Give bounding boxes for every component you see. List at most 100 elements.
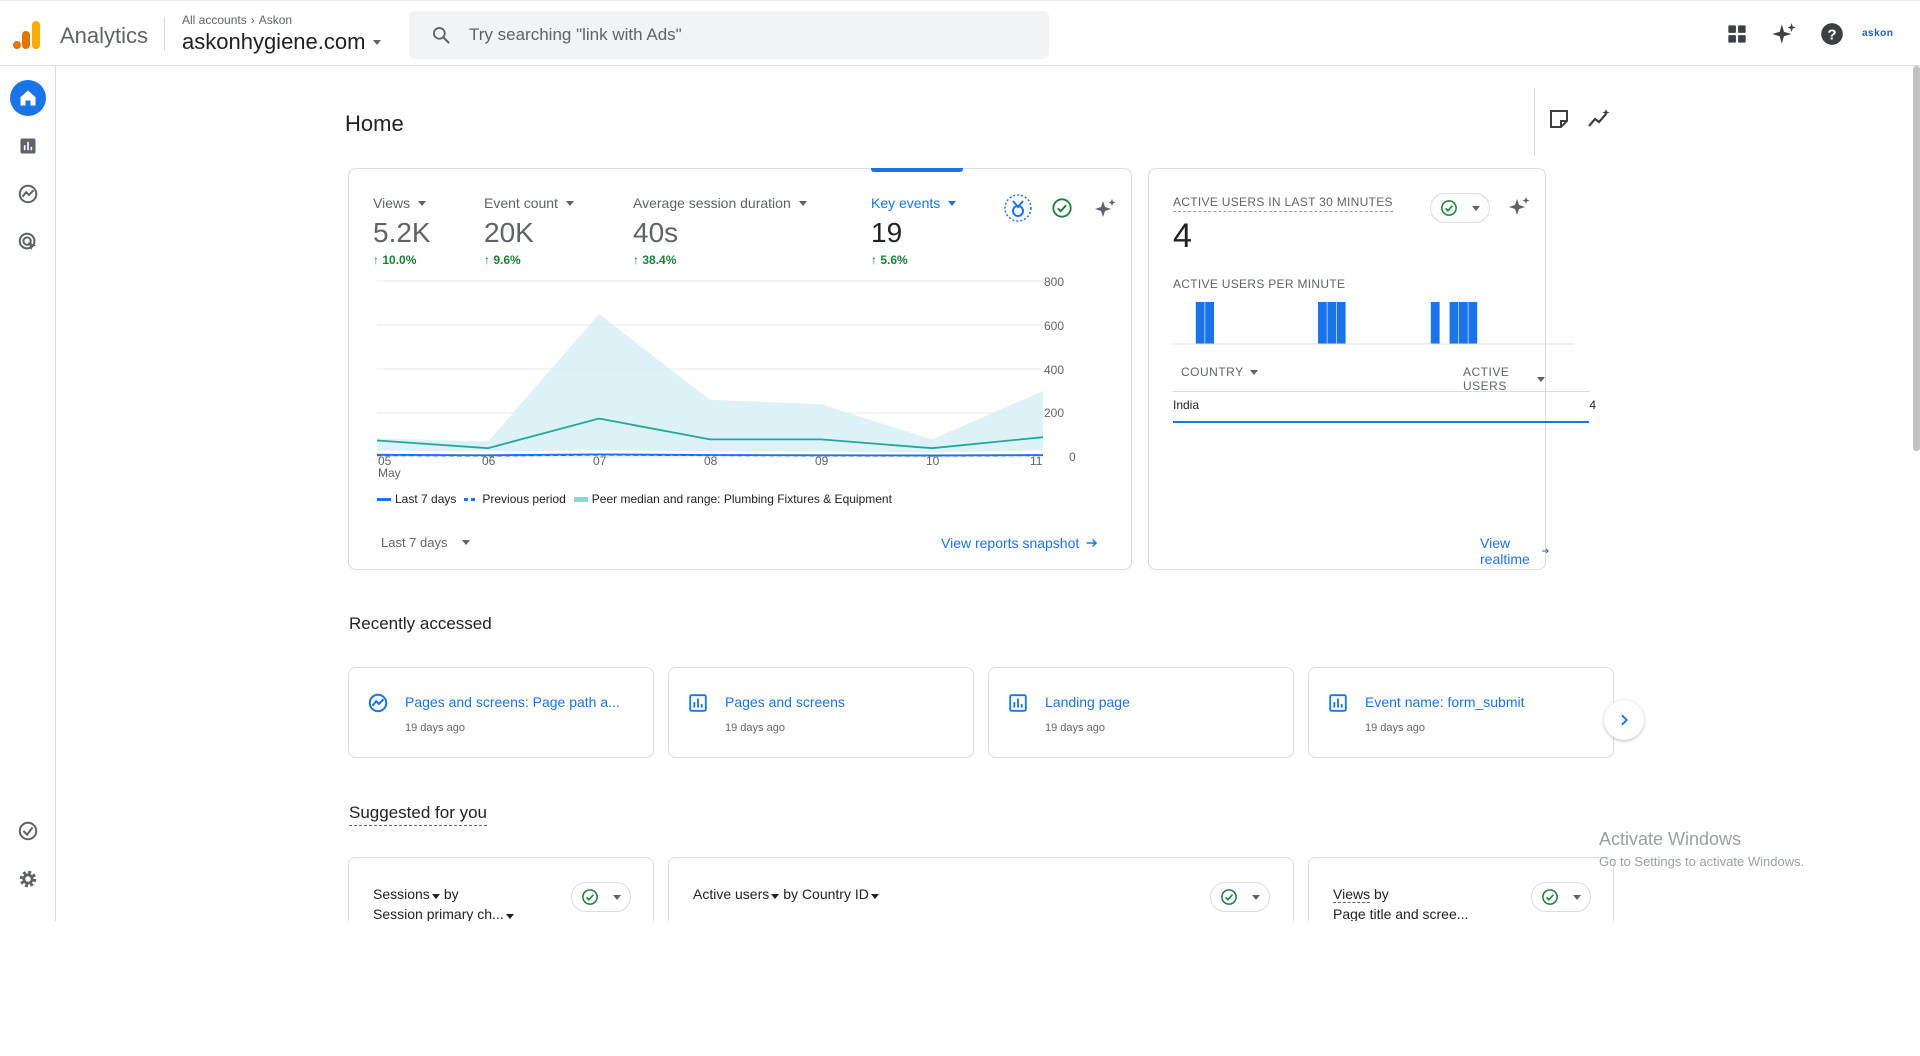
note-icon[interactable] [1547,107,1571,131]
dimension-selector[interactable]: Session primary ch... [373,906,504,922]
analytics-logo-icon[interactable] [12,19,42,51]
overview-chart[interactable] [349,169,1133,479]
breadcrumb-account[interactable]: Askon [259,13,292,27]
nav-home[interactable] [10,80,46,116]
check-circle-icon [582,889,598,905]
page-title: Home [345,111,404,136]
dropdown-arrow-icon [771,894,780,899]
recent-card-title[interactable]: Event name: form_submit [1365,694,1525,710]
recent-card-title[interactable]: Pages and screens: Page path a... [405,694,620,710]
per-minute-bar[interactable] [1327,302,1337,344]
recent-next-button[interactable] [1604,700,1644,740]
chevron-right-icon [1621,714,1628,726]
recent-card-title[interactable]: Pages and screens [725,694,845,710]
link-label[interactable]: View reports snapshot [941,535,1079,551]
nav-explore[interactable] [10,176,46,212]
search-placeholder[interactable]: Try searching "link with Ads" [469,25,682,45]
recent-card[interactable]: Pages and screens: Page path a... 19 day… [348,667,654,758]
realtime-value: 4 [1173,217,1192,255]
per-minute-bar[interactable] [1449,302,1459,344]
legend-item-previous-period[interactable]: Previous period [464,492,566,506]
suggested-status-pill[interactable] [1210,882,1270,912]
recent-card[interactable]: Event name: form_submit 19 days ago [1308,667,1614,758]
per-minute-bar[interactable] [1459,302,1468,344]
svg-text:?: ? [1827,26,1836,43]
nav-reports[interactable] [10,128,46,164]
x-tick-label: 08 [704,454,718,468]
property-selector[interactable]: askonhygiene.com [182,29,382,55]
date-range-selector[interactable]: Last 7 days [381,535,470,550]
insights-trend-icon[interactable] [1587,107,1611,131]
per-minute-bar[interactable] [1468,302,1478,344]
suggested-card-title[interactable]: Sessions by Session primary ch... [373,884,518,924]
nav-advertising[interactable] [10,224,46,260]
suggested-card-title[interactable]: Active users by Country ID [693,884,883,904]
table-header-country[interactable]: COUNTRY [1181,365,1258,379]
nav-admin-check[interactable] [10,813,46,849]
arrow-right-icon [1541,548,1549,554]
table-divider [1173,391,1589,392]
per-minute-bar-chart[interactable] [1173,299,1593,349]
dropdown-arrow-icon [1472,205,1480,211]
suggested-card-title[interactable]: Views by Page title and scree... [1333,884,1469,924]
realtime-card: ACTIVE USERS IN LAST 30 MINUTES 4 ACTIVE… [1148,168,1596,570]
help-icon[interactable]: ? [1819,21,1845,47]
legend-item-peer-median[interactable]: Peer median and range: Plumbing Fixtures… [573,492,892,506]
suggested-title[interactable]: Suggested for you [349,803,487,826]
chart-legend: Last 7 days Previous period Peer median … [377,492,892,506]
date-range-label[interactable]: Last 7 days [381,535,448,550]
legend-item-last-7-days[interactable]: Last 7 days [377,492,456,506]
windows-activation-watermark: Activate Windows Go to Settings to activ… [1599,829,1804,869]
dropdown-arrow-icon [1573,894,1581,900]
realtime-title[interactable]: ACTIVE USERS IN LAST 30 MINUTES [1173,195,1393,212]
table-header-active-users[interactable]: ACTIVE USERS [1463,365,1545,393]
recent-card-time: 19 days ago [1365,722,1425,734]
metric-selector[interactable]: Views [1333,886,1371,903]
link-label[interactable]: View realtime [1480,535,1535,567]
account-avatar[interactable]: askon [1862,28,1893,39]
view-reports-snapshot-link[interactable]: View reports snapshot [941,535,1099,551]
recent-card-time: 19 days ago [405,722,465,734]
watermark-subtitle: Go to Settings to activate Windows. [1599,854,1805,869]
chevron-right-icon: › [250,13,255,27]
y-tick-label: 800 [1044,275,1065,289]
dropdown-arrow-icon [613,894,621,900]
dropdown-arrow-icon [373,39,382,45]
vertical-scrollbar[interactable] [1913,66,1920,451]
property-name[interactable]: askonhygiene.com [182,29,365,55]
arrow-right-icon [1087,538,1098,548]
peer-range-area [377,314,1043,453]
recent-card[interactable]: Pages and screens 19 days ago [668,667,974,758]
per-minute-bar[interactable] [1195,302,1205,344]
view-realtime-link[interactable]: View realtime [1480,535,1550,567]
sparkle-icon[interactable] [1507,195,1531,219]
dimension-selector[interactable]: Country ID [802,886,869,902]
suggested-status-pill[interactable] [571,882,631,912]
metric-selector[interactable]: Sessions [373,886,430,902]
explore-icon [18,184,38,204]
x-tick-label: 10 [926,454,940,468]
check-circle-icon [1221,889,1237,905]
per-minute-bar[interactable] [1205,302,1214,344]
recent-card-title[interactable]: Landing page [1045,694,1130,710]
insights-sparkle-icon[interactable] [1771,21,1797,47]
y-tick-label: 400 [1044,363,1065,377]
recent-card[interactable]: Landing page 19 days ago [988,667,1294,758]
check-circle-icon [1542,889,1558,905]
breadcrumb[interactable]: All accounts › Askon [182,13,292,27]
breadcrumb-all-accounts[interactable]: All accounts [182,13,247,27]
table-cell-users: 4 [1589,398,1596,412]
nav-settings[interactable] [10,861,46,897]
per-minute-bar[interactable] [1336,302,1346,344]
realtime-status-pill[interactable] [1430,193,1490,223]
search-bar[interactable]: Try searching "link with Ads" [409,11,1049,59]
metric-selector[interactable]: Active users [693,886,769,902]
report-icon [689,694,707,712]
overview-card: Views 5.2K ↑ 10.0% Event count 20K ↑ 9.6… [348,168,1132,570]
per-minute-bar[interactable] [1430,302,1440,344]
per-minute-bar[interactable] [1318,302,1327,344]
header-divider [164,17,165,51]
apps-grid-icon[interactable] [1724,21,1750,47]
header-actions-divider [1534,88,1535,156]
suggested-status-pill[interactable] [1531,882,1591,912]
